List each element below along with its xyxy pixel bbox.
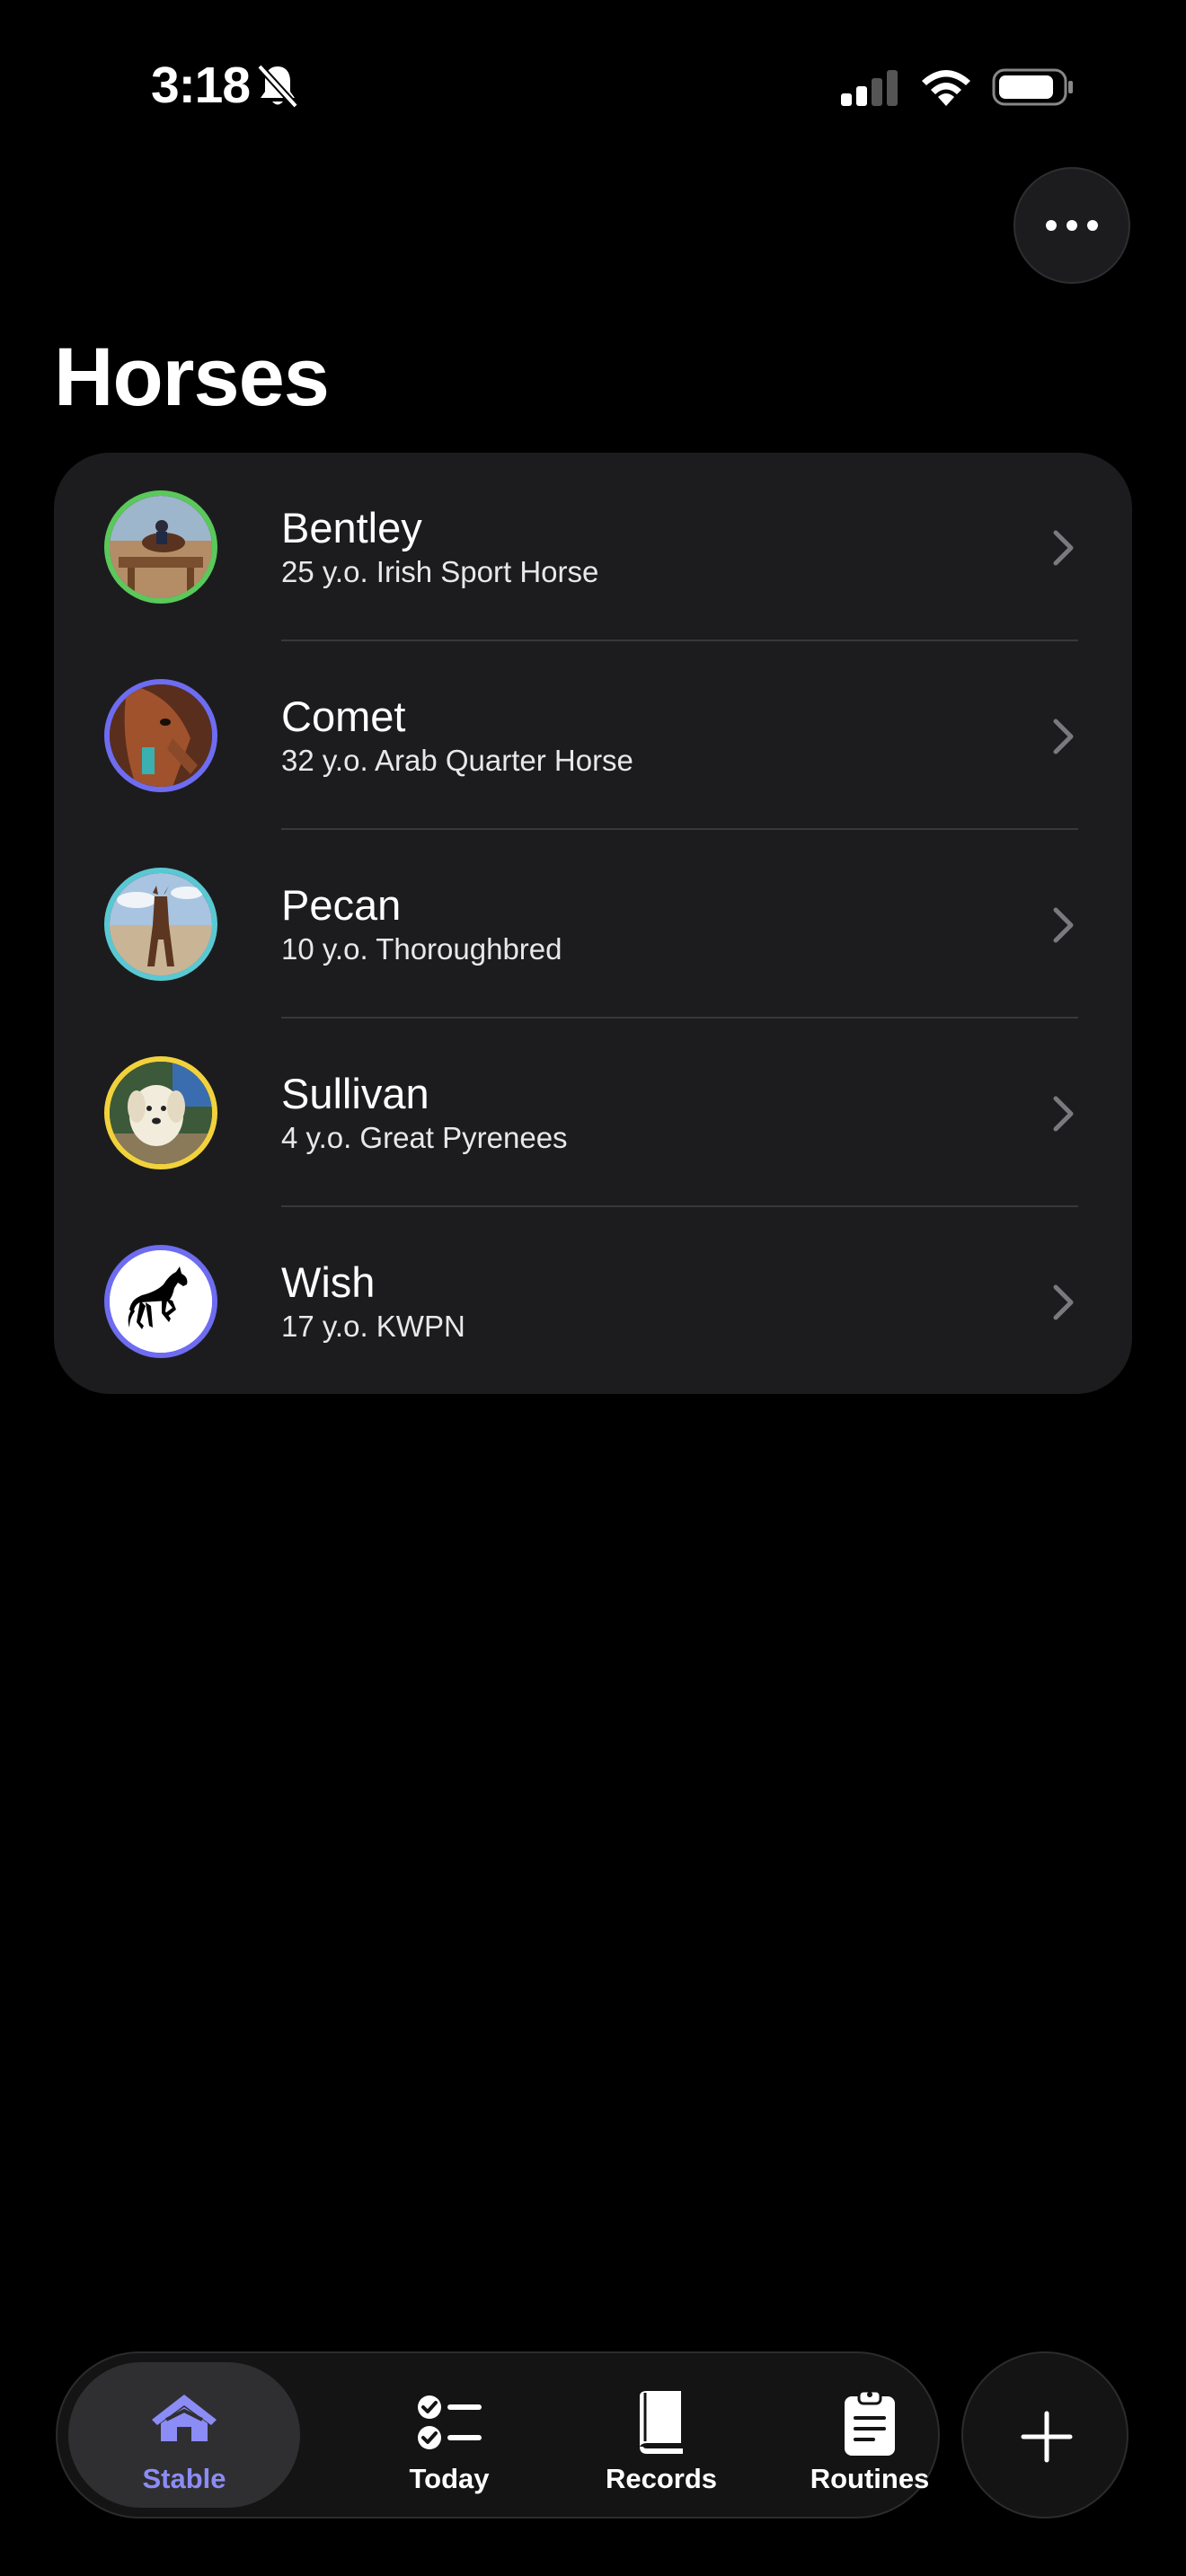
tab-stable[interactable]: Stable [68,2362,300,2508]
status-time: 3:18 [151,57,251,114]
ellipsis-dot [1087,220,1098,231]
tab-label: Routines [810,2463,930,2494]
bell-slash-icon [257,64,298,109]
horse-details: 4 y.o. Great Pyrenees [281,1121,568,1154]
chevron-right-icon [1053,1284,1074,1320]
tab-bar: Stable Today Records Routines [56,2351,940,2519]
horse-row-comet[interactable]: Comet 32 y.o. Arab Quarter Horse [54,641,1132,830]
horse-details: 17 y.o. KWPN [281,1310,465,1343]
chevron-right-icon [1053,1096,1074,1132]
wifi-icon [922,70,970,106]
more-options-button[interactable] [1013,167,1130,284]
plus-icon [1021,2411,1073,2463]
checklist-icon [418,2395,482,2449]
page-title: Horses [54,331,330,423]
clipboard-icon [845,2389,895,2456]
chevron-right-icon [1053,719,1074,754]
horse-name: Pecan [281,881,402,929]
book-icon [640,2391,683,2454]
tab-records[interactable]: Records [553,2362,769,2508]
horse-name: Wish [281,1258,376,1306]
horse-name: Comet [281,693,406,740]
stable-icon [152,2395,217,2441]
add-button[interactable] [961,2351,1128,2519]
tab-label: Today [409,2463,490,2494]
horse-row-wish[interactable]: Wish 17 y.o. KWPN [54,1207,1132,1394]
horse-avatar-photo [104,1056,217,1169]
horse-details: 10 y.o. Thoroughbred [281,932,562,966]
ellipsis-icon [1046,220,1057,231]
horse-row-pecan[interactable]: Pecan 10 y.o. Thoroughbred [54,830,1132,1019]
horses-list: Bentley 25 y.o. Irish Sport Horse Comet … [54,453,1132,1394]
horse-row-bentley[interactable]: Bentley 25 y.o. Irish Sport Horse [54,453,1132,641]
horse-name: Bentley [281,504,422,551]
tab-today[interactable]: Today [341,2362,557,2508]
horse-silhouette-icon [104,1245,217,1358]
battery-icon [992,68,1073,106]
chevron-right-icon [1053,907,1074,943]
chevron-right-icon [1053,530,1074,566]
horse-avatar-photo [104,868,217,981]
cellular-signal-icon [841,70,898,106]
horse-avatar-photo [104,490,217,604]
horse-avatar-photo [104,679,217,792]
horse-row-sullivan[interactable]: Sullivan 4 y.o. Great Pyrenees [54,1019,1132,1207]
status-bar: 3:18 [0,0,1186,171]
horse-details: 25 y.o. Irish Sport Horse [281,555,599,588]
ellipsis-dot [1067,220,1077,231]
horse-details: 32 y.o. Arab Quarter Horse [281,744,633,777]
tab-routines[interactable]: Routines [762,2362,978,2508]
tab-label: Records [605,2463,718,2494]
horse-name: Sullivan [281,1070,429,1117]
tab-label: Stable [142,2463,226,2494]
